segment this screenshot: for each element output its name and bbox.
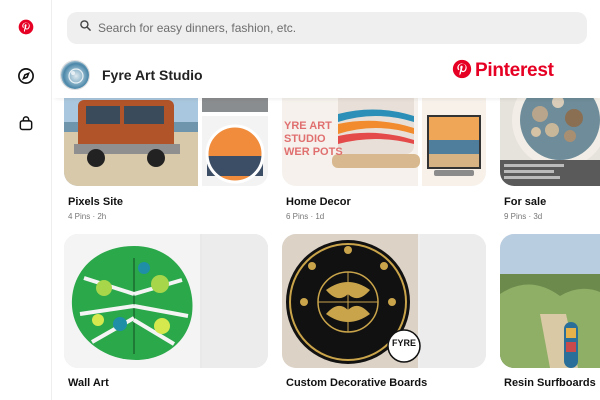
board-title: Pixels Site: [68, 196, 124, 208]
board-title: Home Decor: [286, 196, 351, 208]
board-card[interactable]: Wall Art: [64, 234, 268, 400]
pinterest-logo-icon[interactable]: [14, 15, 38, 39]
pinterest-wordmark: Pinterest: [475, 60, 554, 81]
compass-icon[interactable]: [14, 64, 38, 88]
board-cover: [282, 234, 486, 368]
board-title: For sale: [504, 196, 547, 208]
board-meta: 9 Pins · 3d: [504, 212, 543, 221]
board-card[interactable]: Resin Surfboards: [500, 234, 600, 400]
board-title: Wall Art: [68, 377, 109, 389]
search-input[interactable]: [98, 21, 538, 35]
profile-name[interactable]: Fyre Art Studio: [102, 67, 203, 83]
board-title: Resin Surfboards: [504, 377, 596, 389]
cover-text: FYRE: [392, 338, 417, 348]
left-nav-rail: [0, 0, 52, 400]
cover-text: YRE ART STUDIO WER POTS: [284, 120, 343, 158]
board-meta: 6 Pins · 1d: [286, 212, 325, 221]
board-cover: [64, 234, 268, 368]
board-cover: [500, 234, 600, 368]
board-meta: 4 Pins · 2h: [68, 212, 107, 221]
pinterest-logo-icon: [452, 59, 472, 84]
avatar[interactable]: [60, 60, 90, 90]
search-icon: [79, 19, 92, 37]
board-card[interactable]: FYRE Custom Decorative Boards: [282, 234, 486, 400]
search-bar[interactable]: [67, 12, 587, 44]
bag-icon[interactable]: [14, 111, 38, 135]
pinterest-brand[interactable]: Pinterest: [452, 58, 554, 84]
profile-header: Fyre Art Studio Pinterest: [52, 52, 600, 98]
board-title: Custom Decorative Boards: [286, 377, 428, 389]
